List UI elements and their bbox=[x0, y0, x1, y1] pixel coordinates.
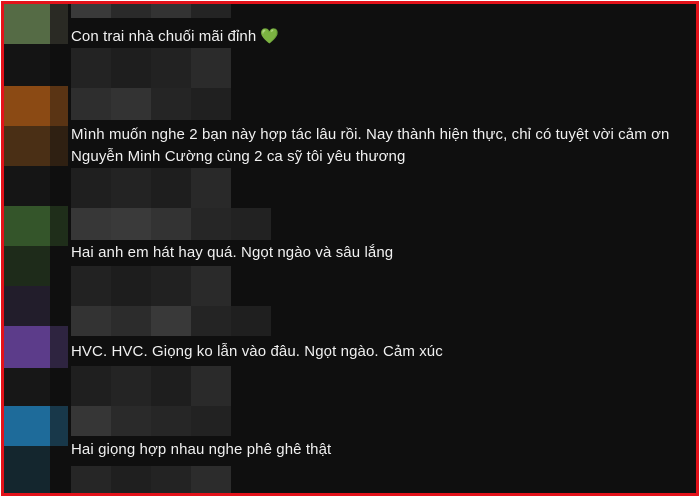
username-blur bbox=[71, 4, 111, 18]
meta-blur bbox=[111, 48, 151, 88]
username-blur bbox=[111, 88, 151, 120]
meta-blur bbox=[191, 168, 231, 208]
avatar-edge bbox=[50, 86, 68, 126]
username-blur bbox=[71, 208, 111, 240]
comment-body: Hai anh em hát hay quá. Ngọt ngào và sâu… bbox=[71, 244, 394, 261]
username-blur bbox=[191, 208, 231, 240]
username-blur bbox=[191, 406, 231, 436]
username-blur bbox=[71, 406, 111, 436]
meta-blur bbox=[151, 266, 191, 306]
meta-blur bbox=[71, 366, 111, 406]
username-blur bbox=[111, 208, 151, 240]
avatar bbox=[4, 368, 50, 406]
username-blur bbox=[151, 88, 191, 120]
username-blur bbox=[111, 306, 151, 336]
avatar-edge bbox=[50, 326, 68, 368]
comment-text: Mình muốn nghe 2 bạn này hợp tác lâu rồi… bbox=[71, 124, 688, 168]
meta-blur bbox=[151, 168, 191, 208]
avatar-edge bbox=[50, 406, 68, 446]
avatar[interactable] bbox=[4, 326, 50, 368]
meta-blur bbox=[191, 48, 231, 88]
username-blur bbox=[151, 4, 191, 18]
avatar bbox=[4, 246, 50, 286]
username-blur bbox=[191, 4, 231, 18]
avatar[interactable] bbox=[4, 406, 50, 446]
username-blur bbox=[71, 88, 111, 120]
comment-text: Hai anh em hát hay quá. Ngọt ngào và sâu… bbox=[71, 242, 688, 264]
comment-text: HVC. HVC. Giọng ko lẫn vào đâu. Ngọt ngà… bbox=[71, 341, 688, 363]
username-blur bbox=[191, 306, 231, 336]
username-blur bbox=[71, 306, 111, 336]
avatar[interactable] bbox=[4, 86, 50, 126]
avatar[interactable] bbox=[4, 4, 50, 44]
username-blur bbox=[151, 306, 191, 336]
comment-text: Hai giọng hợp nhau nghe phê ghê thật bbox=[71, 439, 688, 461]
username-blur bbox=[151, 208, 191, 240]
avatar bbox=[4, 166, 50, 206]
comment-body: Con trai nhà chuối mãi đỉnh bbox=[71, 28, 257, 45]
meta-blur bbox=[71, 48, 111, 88]
avatar bbox=[4, 44, 50, 86]
meta-blur bbox=[71, 266, 111, 306]
username-blur bbox=[151, 406, 191, 436]
avatar-edge bbox=[50, 206, 68, 246]
username-blur bbox=[231, 306, 271, 336]
meta-blur bbox=[111, 466, 151, 493]
avatar bbox=[4, 286, 50, 326]
meta-blur bbox=[151, 466, 191, 493]
meta-blur bbox=[151, 366, 191, 406]
avatar-edge bbox=[50, 4, 68, 44]
comments-panel: Con trai nhà chuối mãi đỉnh 💚 Mình muốn n… bbox=[1, 1, 699, 496]
username-blur bbox=[111, 406, 151, 436]
meta-blur bbox=[71, 466, 111, 493]
meta-blur bbox=[111, 168, 151, 208]
comment-body: HVC. HVC. Giọng ko lẫn vào đâu. Ngọt ngà… bbox=[71, 343, 443, 360]
meta-blur bbox=[71, 168, 111, 208]
avatar[interactable] bbox=[4, 206, 50, 246]
green-heart-icon: 💚 bbox=[260, 28, 280, 45]
avatar bbox=[4, 126, 50, 166]
username-blur bbox=[231, 208, 271, 240]
meta-blur bbox=[111, 366, 151, 406]
meta-blur bbox=[111, 266, 151, 306]
meta-blur bbox=[151, 48, 191, 88]
avatar bbox=[4, 446, 50, 493]
comment-body: Mình muốn nghe 2 bạn này hợp tác lâu rồi… bbox=[71, 126, 670, 165]
meta-blur bbox=[191, 366, 231, 406]
username-blur bbox=[111, 4, 151, 18]
meta-blur bbox=[191, 466, 231, 493]
avatar-column bbox=[4, 4, 70, 493]
username-blur bbox=[191, 88, 231, 120]
comment-text: Con trai nhà chuối mãi đỉnh 💚 bbox=[71, 26, 688, 48]
meta-blur bbox=[191, 266, 231, 306]
comment-body: Hai giọng hợp nhau nghe phê ghê thật bbox=[71, 441, 332, 458]
avatar-edge bbox=[50, 126, 68, 166]
